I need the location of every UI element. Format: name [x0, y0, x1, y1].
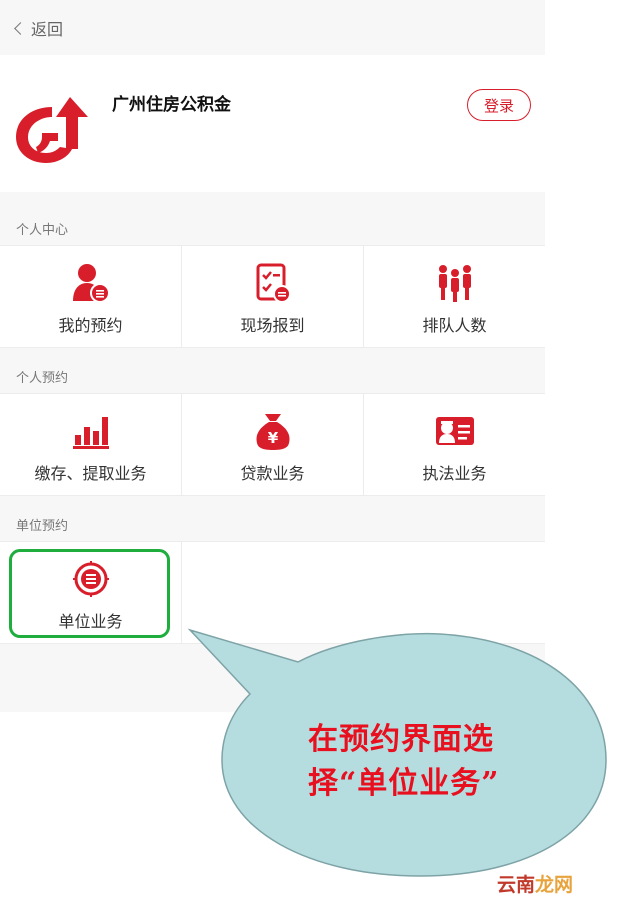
grid-item-label: 现场报到	[240, 316, 305, 335]
section-title-personal-center: 个人中心	[16, 223, 69, 238]
checklist-report-icon	[253, 263, 293, 303]
personal-center-grid: 我的预约 现场报到 排队人数	[0, 245, 545, 348]
personal-booking-grid: 缴存、提取业务 ¥ 贷款业务 执法业务	[0, 393, 545, 496]
top-bar: 返回	[0, 0, 545, 52]
grid-item-law-enforcement[interactable]: 执法业务	[364, 394, 545, 495]
section-title-unit-booking: 单位预约	[16, 519, 69, 534]
callout-line-1: 在预约界面选	[308, 722, 494, 757]
callout-line-2: 择“单位业务”	[308, 766, 500, 801]
chevron-left-icon	[14, 22, 27, 35]
watermark: 云南龙网	[497, 870, 573, 897]
highlight-frame	[9, 549, 170, 638]
back-button[interactable]: 返回	[14, 17, 64, 39]
grid-item-deposit-withdraw[interactable]: 缴存、提取业务	[0, 394, 182, 495]
login-button[interactable]: 登录	[467, 89, 531, 121]
grid-item-queue-count[interactable]: 排队人数	[364, 246, 545, 347]
org-name: 广州住房公积金	[112, 95, 231, 115]
grid-item-my-appointments[interactable]: 我的预约	[0, 246, 182, 347]
callout-text: 在预约界面选 择“单位业务”	[308, 718, 548, 806]
officer-card-icon	[435, 411, 475, 451]
watermark-part-1: 云南	[497, 875, 536, 896]
account-header: 广州住房公积金 登录	[0, 55, 545, 192]
grid-item-label: 缴存、提取业务	[34, 464, 147, 483]
grid-item-label: 贷款业务	[240, 464, 305, 483]
grid-item-label: 我的预约	[58, 316, 123, 335]
grid-item-onsite-checkin[interactable]: 现场报到	[182, 246, 364, 347]
gz-housing-fund-logo	[16, 97, 88, 163]
back-label: 返回	[31, 20, 64, 39]
grid-item-label: 执法业务	[422, 464, 487, 483]
grid-empty-space	[182, 542, 545, 643]
queue-people-icon	[435, 263, 475, 303]
grid-item-loan-business[interactable]: ¥ 贷款业务	[182, 394, 364, 495]
watermark-part-2: 龙网	[535, 875, 574, 896]
person-appointment-icon	[71, 263, 111, 303]
money-bag-icon: ¥	[253, 411, 293, 451]
bar-chart-icon	[71, 411, 111, 451]
grid-item-label: 排队人数	[422, 316, 487, 335]
svg-text:¥: ¥	[267, 429, 278, 447]
section-title-personal-booking: 个人预约	[16, 371, 69, 386]
